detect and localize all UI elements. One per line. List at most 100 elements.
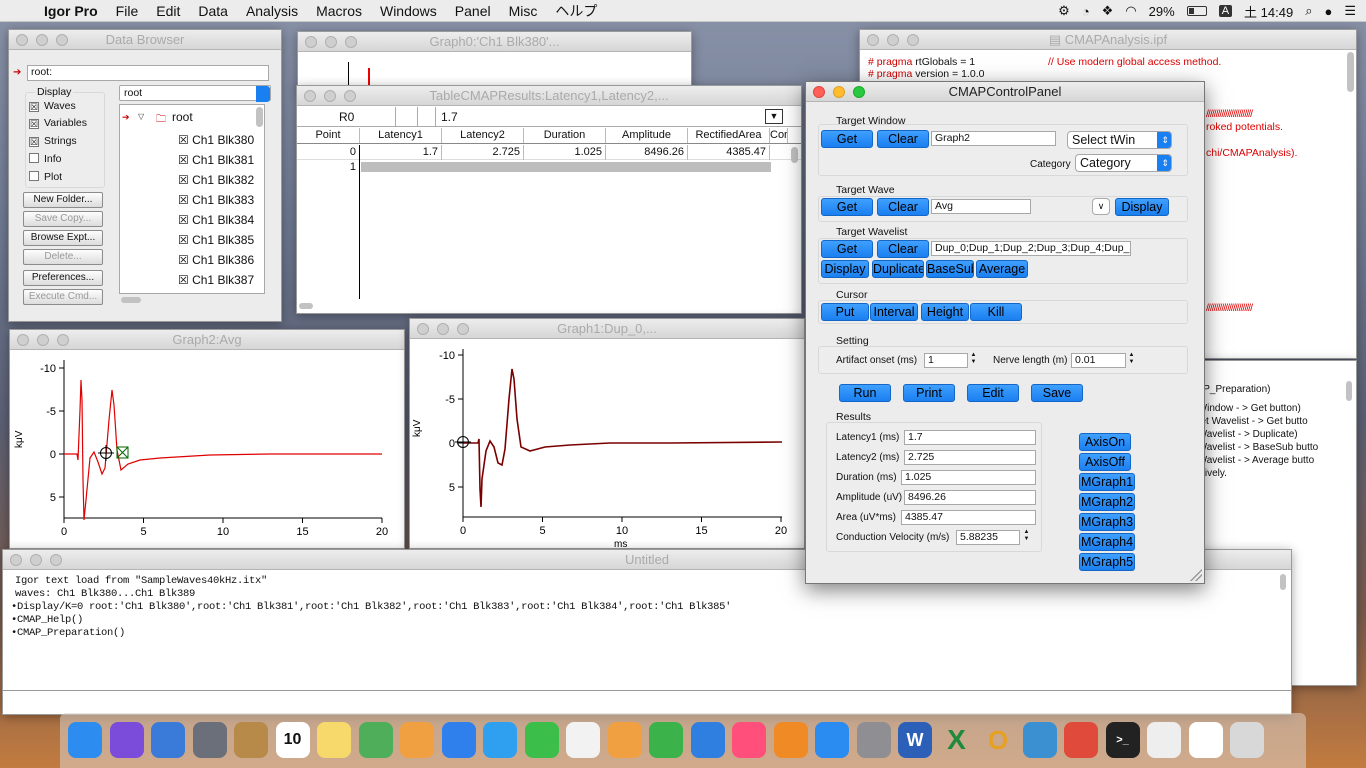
menu-macros[interactable]: Macros [307, 0, 371, 22]
edit-button[interactable]: Edit [967, 384, 1019, 402]
chrome-icon[interactable] [1064, 722, 1098, 758]
col-header-cor[interactable]: Cor [770, 128, 788, 143]
nerve-length-field[interactable]: 0.01 [1071, 353, 1126, 368]
cell[interactable]: 2.725 [442, 145, 524, 160]
target-window-field[interactable]: Graph2 [931, 131, 1056, 146]
preferences-button[interactable]: Preferences... [23, 270, 103, 286]
excel-icon[interactable]: X [940, 722, 974, 758]
cell[interactable]: 0 [297, 145, 360, 160]
finder-icon[interactable] [68, 722, 102, 758]
window-controls[interactable] [304, 90, 356, 102]
menu-windows[interactable]: Windows [371, 0, 446, 22]
wavelist-clear-button[interactable]: Clear [877, 240, 929, 258]
panel-titlebar[interactable]: CMAPControlPanel [806, 82, 1204, 102]
table-row[interactable]: 1 [297, 160, 801, 175]
col-header-latency1[interactable]: Latency1 [360, 128, 442, 143]
duration-field[interactable]: 1.025 [901, 470, 1036, 485]
tree-item[interactable]: ☒ Ch1 Blk384 [178, 210, 254, 230]
wavelist-average-button[interactable]: Average [976, 260, 1028, 278]
history-line[interactable]: •CMAP_Preparation() [11, 627, 125, 639]
settings-icon[interactable] [856, 722, 891, 758]
conduction-velocity-field[interactable]: 5.88235 [956, 530, 1020, 545]
gear-status-icon[interactable]: ⚙ [1058, 3, 1070, 19]
tree-item[interactable]: ☒ Ch1 Blk383 [178, 190, 254, 210]
rocket-icon[interactable] [192, 722, 227, 758]
table-hscrollbar[interactable] [299, 303, 313, 309]
target-window-get-button[interactable]: Get [821, 130, 873, 148]
music-icon[interactable] [732, 722, 766, 758]
execute-cmd-button[interactable]: Execute Cmd... [23, 289, 103, 305]
facetime-icon[interactable] [524, 722, 559, 758]
table-titlebar[interactable]: TableCMAPResults:Latency1,Latency2,... [297, 86, 801, 106]
history-line[interactable]: •CMAP_Help() [11, 614, 83, 626]
menu-file[interactable]: File [107, 0, 148, 22]
tree-item[interactable]: ☒ Ch1 Blk382 [178, 170, 254, 190]
target-wave-field[interactable]: Avg [931, 199, 1031, 214]
tree-item[interactable]: ☒ Ch1 Blk381 [178, 150, 254, 170]
cell[interactable]: 1.025 [524, 145, 606, 160]
tree-scrollbar[interactable] [256, 107, 263, 127]
window-controls[interactable] [17, 334, 69, 346]
appstore-icon[interactable] [815, 722, 849, 758]
amplitude-field[interactable]: 8496.26 [904, 490, 1036, 505]
wavelist-display-button[interactable]: Display [821, 260, 869, 278]
cell[interactable]: 1 [297, 160, 360, 175]
waves-checkbox[interactable]: ☒ Waves [29, 100, 76, 112]
siri-icon[interactable] [109, 722, 144, 758]
menu-misc[interactable]: Misc [500, 0, 547, 22]
artifact-onset-field[interactable]: 1 [924, 353, 968, 368]
artifact-stepper[interactable]: ▲ ▼ [969, 352, 978, 367]
dropbox-icon[interactable]: ❖ [1102, 3, 1114, 19]
notification-center-icon[interactable]: ☰ [1344, 3, 1356, 19]
photos-icon[interactable] [400, 722, 434, 758]
menu-help[interactable]: ヘルプ [546, 0, 606, 22]
mgraph2-button[interactable]: MGraph2 [1079, 493, 1135, 511]
new-folder-button[interactable]: New Folder... [23, 192, 103, 208]
menu-analysis[interactable]: Analysis [237, 0, 307, 22]
menu-app[interactable]: Igor Pro [35, 0, 107, 22]
messages-icon[interactable] [483, 722, 517, 758]
mgraph3-button[interactable]: MGraph3 [1079, 513, 1135, 531]
menu-data[interactable]: Data [189, 0, 237, 22]
pages-icon[interactable] [607, 722, 642, 758]
textedit-icon[interactable] [1147, 722, 1181, 758]
reminders-icon[interactable] [566, 722, 600, 758]
menu-panel[interactable]: Panel [446, 0, 500, 22]
graph1-titlebar[interactable]: Graph1:Dup_0,... [410, 319, 804, 339]
folder-select[interactable]: root [119, 85, 271, 102]
cell[interactable]: 8496.26 [606, 145, 688, 160]
procedure-titlebar[interactable]: ▤ CMAPAnalysis.ipf [860, 30, 1356, 50]
code-line-2[interactable]: # pragma version = 1.0.0 [868, 68, 984, 80]
cursor-interval-button[interactable]: Interval [870, 303, 918, 321]
col-header-duration[interactable]: Duration [524, 128, 606, 143]
window-controls[interactable] [867, 34, 919, 46]
history-line[interactable]: •Display/K=0 root:'Ch1 Blk380',root:'Ch1… [11, 601, 731, 613]
col-header-amplitude[interactable]: Amplitude [606, 128, 688, 143]
notes-icon[interactable] [317, 722, 351, 758]
select-twin-dropdown[interactable]: Select tWin ⇕ [1067, 131, 1172, 149]
mgraph4-button[interactable]: MGraph4 [1079, 533, 1135, 551]
siri-menu-icon[interactable]: ● [1324, 4, 1332, 19]
tree-item[interactable]: ☒ Ch1 Blk387 [178, 270, 254, 290]
menu-edit[interactable]: Edit [147, 0, 189, 22]
code-line-1[interactable]: # pragma rtGlobals = 1// Use modern glob… [868, 56, 1221, 68]
col-header-latency2[interactable]: Latency2 [442, 128, 524, 143]
outlook-icon[interactable]: O [981, 722, 1015, 758]
cell[interactable]: 1.7 [360, 145, 442, 160]
nerve-length-stepper[interactable]: ▲ ▼ [1127, 352, 1136, 367]
cell[interactable]: 4385.47 [688, 145, 770, 160]
help-scrollbar[interactable] [1346, 381, 1352, 401]
history-scrollbar[interactable] [1280, 574, 1286, 590]
tree-view[interactable]: ➔ ▽ 🗀 root ☒ Ch1 Blk380 ☒ Ch1 Blk381 ☒ C… [119, 104, 265, 294]
run-button[interactable]: Run [839, 384, 891, 402]
history-line[interactable]: Igor text load from "SampleWaves40kHz.it… [15, 575, 267, 587]
target-wave-get-button[interactable]: Get [821, 198, 873, 216]
window-controls[interactable] [813, 86, 865, 98]
graph2-plot[interactable]: -10 -5 0 5 0 5 10 15 20 kμV [10, 350, 405, 549]
table-row[interactable]: 0 1.7 2.725 1.025 8496.26 4385.47 [297, 145, 801, 160]
info-checkbox[interactable]: Info [29, 153, 62, 165]
wavelist-basesub-button[interactable]: BaseSub [926, 260, 974, 278]
axis-on-button[interactable]: AxisOn [1079, 433, 1131, 451]
col-header-rectifiedarea[interactable]: RectifiedArea [688, 128, 770, 143]
history-line[interactable]: waves: Ch1 Blk380...Ch1 Blk389 [15, 588, 195, 600]
